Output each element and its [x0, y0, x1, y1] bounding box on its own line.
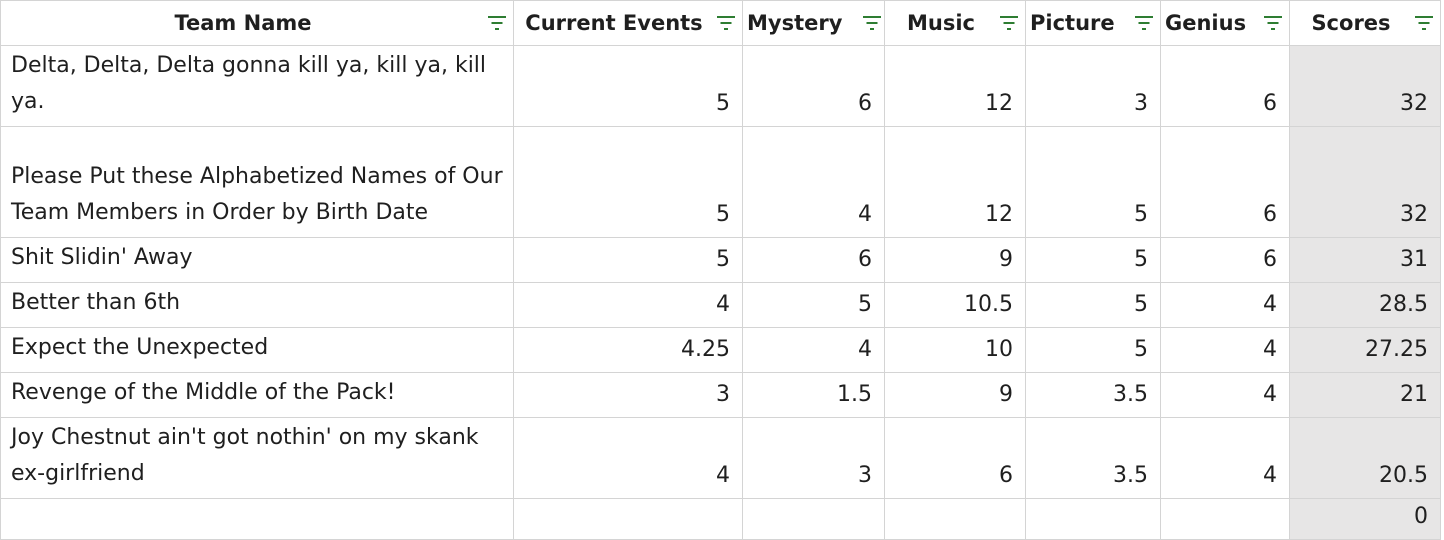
scores-cell[interactable]: 32 [1289, 126, 1441, 238]
picture-cell[interactable]: 3.5 [1025, 372, 1161, 418]
music-cell[interactable]: 9 [884, 237, 1026, 283]
current-events-cell[interactable]: 4 [513, 417, 743, 499]
table-row: 0 [0, 498, 1441, 540]
current-events-cell[interactable]: 5 [513, 45, 743, 127]
genius-cell[interactable] [1160, 498, 1290, 540]
team-name-cell[interactable]: Shit Slidin' Away [0, 237, 514, 283]
genius-cell[interactable]: 6 [1160, 237, 1290, 283]
scores-cell[interactable]: 27.25 [1289, 327, 1441, 373]
team-name-cell[interactable]: Expect the Unexpected [0, 327, 514, 373]
picture-cell[interactable]: 5 [1025, 282, 1161, 328]
column-header-label: Current Events [525, 11, 703, 35]
table-row: Joy Chestnut ain't got nothin' on my ska… [0, 417, 1441, 499]
team-name-cell[interactable]: Revenge of the Middle of the Pack! [0, 372, 514, 418]
music-cell[interactable]: 10.5 [884, 282, 1026, 328]
column-header-music[interactable]: Music [884, 0, 1026, 46]
picture-cell[interactable]: 3 [1025, 45, 1161, 127]
music-cell[interactable] [884, 498, 1026, 540]
team-name-cell[interactable]: Better than 6th [0, 282, 514, 328]
filter-icon[interactable] [862, 13, 882, 33]
mystery-cell[interactable]: 3 [742, 417, 885, 499]
team-name-cell[interactable]: Delta, Delta, Delta gonna kill ya, kill … [0, 45, 514, 127]
filter-icon[interactable] [999, 13, 1019, 33]
filter-icon[interactable] [1134, 13, 1154, 33]
mystery-cell[interactable]: 5 [742, 282, 885, 328]
genius-cell[interactable]: 4 [1160, 327, 1290, 373]
column-header-label: Music [907, 11, 975, 35]
team-name-cell[interactable]: Joy Chestnut ain't got nothin' on my ska… [0, 417, 514, 499]
picture-cell[interactable]: 5 [1025, 237, 1161, 283]
scores-cell[interactable]: 20.5 [1289, 417, 1441, 499]
mystery-cell[interactable]: 6 [742, 45, 885, 127]
genius-cell[interactable]: 4 [1160, 282, 1290, 328]
scores-cell[interactable]: 21 [1289, 372, 1441, 418]
column-header-label: Scores [1311, 11, 1391, 35]
current-events-cell[interactable]: 4.25 [513, 327, 743, 373]
column-header-label: Team Name [174, 11, 312, 35]
genius-cell[interactable]: 6 [1160, 126, 1290, 238]
filter-icon[interactable] [487, 13, 507, 33]
mystery-cell[interactable]: 1.5 [742, 372, 885, 418]
table-row: Shit Slidin' Away 5 6 9 5 6 31 [0, 237, 1441, 283]
scores-cell[interactable]: 31 [1289, 237, 1441, 283]
table-row: Please Put these Alphabetized Names of O… [0, 126, 1441, 238]
team-name-cell[interactable]: Please Put these Alphabetized Names of O… [0, 126, 514, 238]
table-row: Revenge of the Middle of the Pack! 3 1.5… [0, 372, 1441, 418]
mystery-cell[interactable] [742, 498, 885, 540]
table-row: Better than 6th 4 5 10.5 5 4 28.5 [0, 282, 1441, 328]
music-cell[interactable]: 9 [884, 372, 1026, 418]
column-header-genius[interactable]: Genius [1160, 0, 1290, 46]
scores-cell[interactable]: 32 [1289, 45, 1441, 127]
current-events-cell[interactable]: 3 [513, 372, 743, 418]
table-row: Expect the Unexpected 4.25 4 10 5 4 27.2… [0, 327, 1441, 373]
picture-cell[interactable]: 3.5 [1025, 417, 1161, 499]
column-header-scores[interactable]: Scores [1289, 0, 1441, 46]
music-cell[interactable]: 12 [884, 45, 1026, 127]
team-name-cell[interactable] [0, 498, 514, 540]
current-events-cell[interactable]: 5 [513, 237, 743, 283]
column-header-team-name[interactable]: Team Name [0, 0, 514, 46]
header-row: Team Name Current Events Mystery Music P… [0, 0, 1441, 46]
picture-cell[interactable]: 5 [1025, 327, 1161, 373]
mystery-cell[interactable]: 4 [742, 327, 885, 373]
column-header-label: Genius [1165, 11, 1247, 35]
picture-cell[interactable] [1025, 498, 1161, 540]
column-header-label: Picture [1030, 11, 1115, 35]
column-header-current-events[interactable]: Current Events [513, 0, 743, 46]
spreadsheet-table: Team Name Current Events Mystery Music P… [0, 0, 1441, 540]
genius-cell[interactable]: 4 [1160, 417, 1290, 499]
scores-cell[interactable]: 0 [1289, 498, 1441, 540]
column-header-picture[interactable]: Picture [1025, 0, 1161, 46]
filter-icon[interactable] [716, 13, 736, 33]
current-events-cell[interactable]: 4 [513, 282, 743, 328]
filter-icon[interactable] [1263, 13, 1283, 33]
genius-cell[interactable]: 4 [1160, 372, 1290, 418]
column-header-label: Mystery [747, 11, 843, 35]
mystery-cell[interactable]: 4 [742, 126, 885, 238]
music-cell[interactable]: 6 [884, 417, 1026, 499]
scores-cell[interactable]: 28.5 [1289, 282, 1441, 328]
music-cell[interactable]: 12 [884, 126, 1026, 238]
column-header-mystery[interactable]: Mystery [742, 0, 885, 46]
current-events-cell[interactable]: 5 [513, 126, 743, 238]
picture-cell[interactable]: 5 [1025, 126, 1161, 238]
filter-icon[interactable] [1414, 13, 1434, 33]
genius-cell[interactable]: 6 [1160, 45, 1290, 127]
mystery-cell[interactable]: 6 [742, 237, 885, 283]
music-cell[interactable]: 10 [884, 327, 1026, 373]
table-row: Delta, Delta, Delta gonna kill ya, kill … [0, 45, 1441, 127]
current-events-cell[interactable] [513, 498, 743, 540]
